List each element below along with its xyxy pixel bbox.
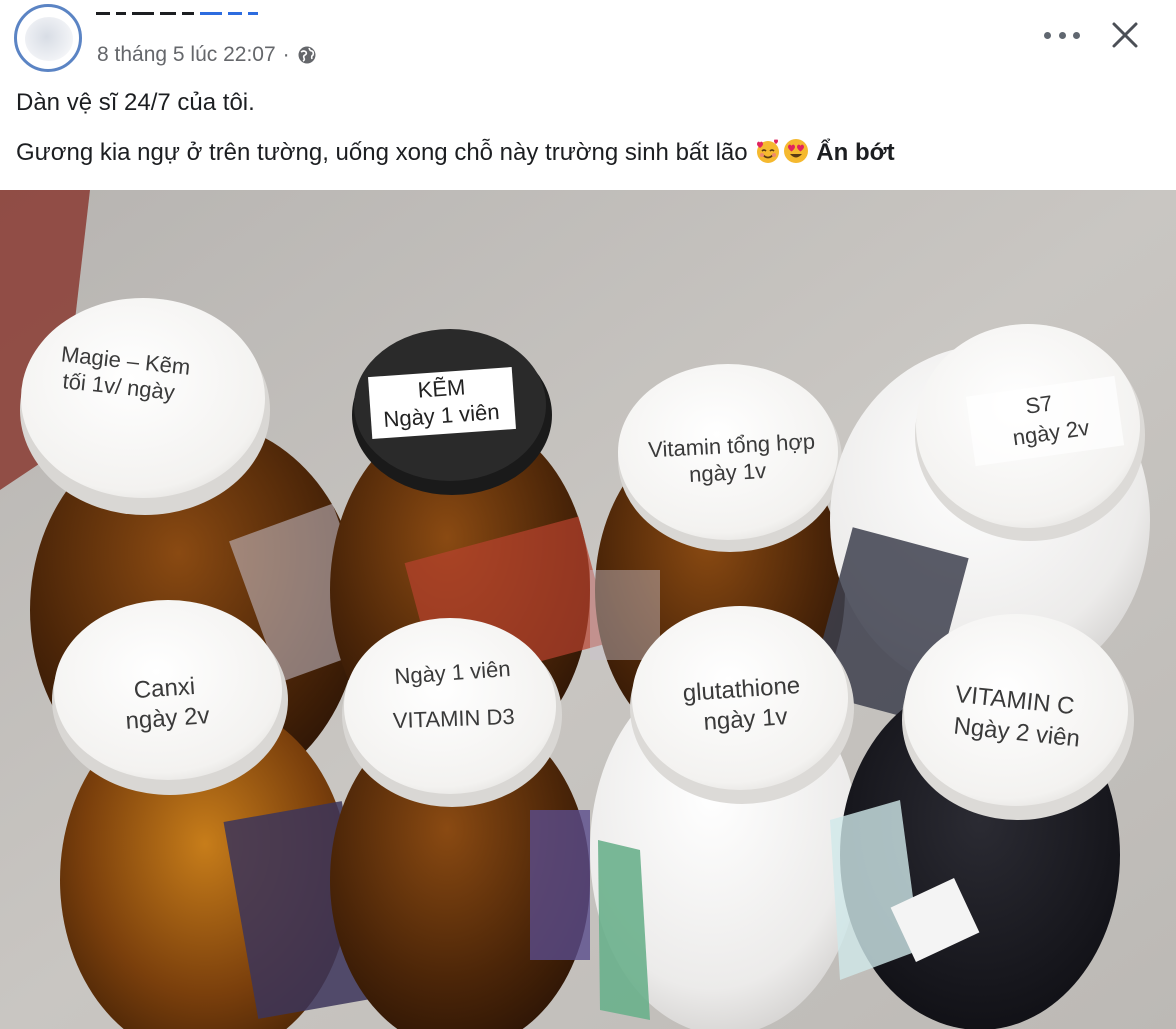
avatar[interactable]	[14, 4, 82, 72]
see-less-link[interactable]: Ẩn bớt	[816, 139, 894, 166]
more-options-icon[interactable]	[1044, 22, 1080, 48]
heart-eyes-icon	[784, 139, 809, 163]
bottle-label-6-line2: VITAMIN D3	[392, 704, 515, 733]
smiling-face-with-hearts-icon	[757, 139, 780, 163]
bottle-label-2-line1: KẼM	[417, 374, 466, 402]
caption-line-2-text: Gương kia ngự ở trên tường, uống xong ch…	[16, 139, 748, 166]
bottle-label-4-line1: S7	[1024, 390, 1054, 419]
post-header: 8 tháng 5 lúc 22:07 ·	[0, 0, 1176, 80]
bottle-vitamin-d3: Ngày 1 viên VITAMIN D3	[330, 618, 590, 1029]
author-name-redacted[interactable]	[96, 12, 376, 22]
bottle-label-5-line1: Canxi	[133, 673, 196, 704]
globe-icon	[298, 46, 316, 64]
caption-line-1: Dàn vệ sĩ 24/7 của tôi.	[16, 89, 255, 116]
post-meta: 8 tháng 5 lúc 22:07 ·	[97, 42, 317, 68]
meta-separator: ·	[282, 43, 290, 66]
bottle-label-3-line2: ngày 1v	[688, 458, 766, 487]
post-caption: Dàn vệ sĩ 24/7 của tôi. Gương kia ngự ở …	[16, 88, 1156, 168]
post-timestamp[interactable]: 8 tháng 5 lúc 22:07	[97, 43, 276, 67]
close-icon[interactable]	[1108, 18, 1142, 52]
caption-line-2: Gương kia ngự ở trên tường, uống xong ch…	[16, 137, 1156, 168]
avatar-image	[25, 17, 73, 61]
facebook-post: 8 tháng 5 lúc 22:07 · Dàn vệ sĩ 24/7 của…	[0, 0, 1176, 1029]
post-photo[interactable]: Magie – Kẽm tối 1v/ ngày KẼM Ngày 1 viên…	[0, 190, 1176, 1029]
